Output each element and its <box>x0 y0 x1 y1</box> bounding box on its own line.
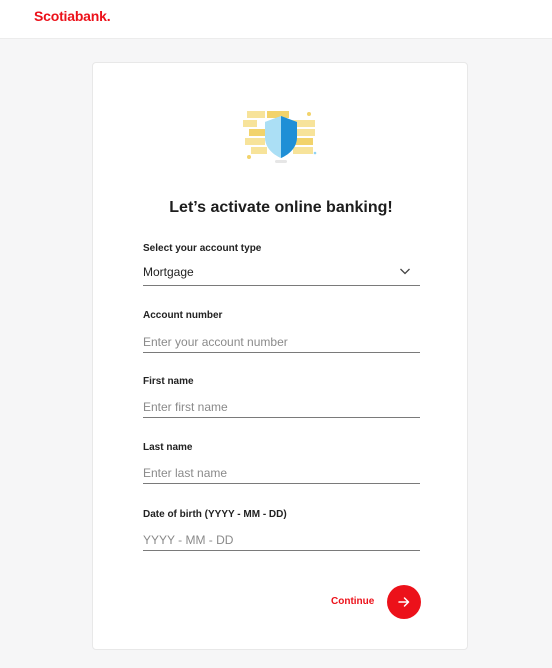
last-name-input[interactable] <box>143 462 420 484</box>
chevron-down-icon[interactable] <box>399 266 411 276</box>
account-type-underline <box>143 285 420 286</box>
shield-icon <box>243 111 317 163</box>
continue-link[interactable]: Continue <box>331 596 374 607</box>
top-bar: Scotiabank. <box>0 0 552 39</box>
account-number-label: Account number <box>143 310 223 321</box>
scotiabank-logo[interactable]: Scotiabank. <box>34 8 111 24</box>
date-of-birth-input[interactable] <box>143 529 420 551</box>
activation-card: Let’s activate online banking! Select yo… <box>92 62 468 650</box>
first-name-input[interactable] <box>143 396 420 418</box>
account-type-select[interactable]: Mortgage <box>143 265 194 279</box>
continue-button[interactable] <box>387 585 421 619</box>
arrow-right-icon <box>398 597 410 607</box>
page-title: Let’s activate online banking! <box>169 199 393 216</box>
first-name-label: First name <box>143 376 194 387</box>
date-of-birth-label: Date of birth (YYYY - MM - DD) <box>143 509 287 520</box>
last-name-label: Last name <box>143 442 193 453</box>
account-type-label: Select your account type <box>143 243 262 254</box>
account-number-input[interactable] <box>143 331 420 353</box>
